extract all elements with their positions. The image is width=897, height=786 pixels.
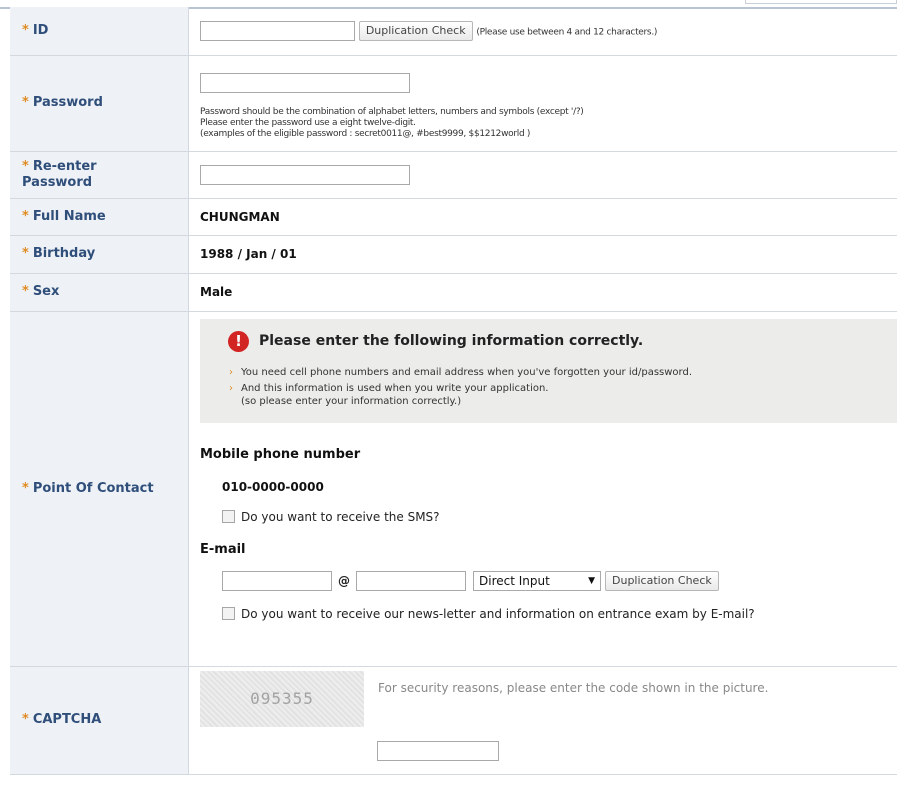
notice-list: › You need cell phone numbers and email a… [228,366,897,408]
notice-item: (so please enter your information correc… [228,395,897,408]
label-password: * Password [10,55,189,152]
password-hint: Password should be the combination of al… [200,107,897,140]
sms-checkbox-row[interactable]: Do you want to receive the SMS? [222,510,897,524]
at-sign: @ [338,573,350,588]
notice-item-text: You need cell phone numbers and email ad… [241,366,692,378]
asterisk-icon: * [22,95,29,110]
notice-item-text: (so please enter your information correc… [241,395,462,407]
registration-form: * ID Duplication Check (Please use betwee… [10,7,897,775]
email-duplication-check-button[interactable]: Duplication Check [605,570,719,591]
label-point-of-contact: * Point Of Contact [10,311,189,667]
password-hint-line: Please enter the password use a eight tw… [200,117,416,128]
notice-title: ! Please enter the following information… [228,330,897,352]
chevron-right-icon: › [229,382,233,394]
top-tab [745,0,897,4]
asterisk-icon: * [22,208,29,224]
label-captcha: * CAPTCHA [10,666,189,775]
email-domain-select[interactable]: Direct Input ▼ [473,570,601,591]
label-reenter-line1: Re-enter [32,158,97,174]
value-id: Duplication Check (Please use between 4 … [188,7,897,56]
row-password: * Password Password should be the combina… [10,55,897,152]
row-reenter-password: * Re-enter Password [10,151,897,199]
newsletter-checkbox[interactable] [222,607,235,620]
captcha-instruction: For security reasons, please enter the c… [378,680,769,695]
email-heading: E-mail [200,541,246,557]
sms-label: Do you want to receive the SMS? [241,509,440,524]
newsletter-checkbox-row[interactable]: Do you want to receive our news-letter a… [222,607,897,621]
captcha-image: 095355 [200,670,364,727]
row-id: * ID Duplication Check (Please use betwee… [10,7,897,56]
exclamation-icon: ! [228,330,249,352]
notice-item-text: And this information is used when you wr… [241,382,549,394]
asterisk-icon: * [22,22,29,38]
notice-box: ! Please enter the following information… [200,318,897,423]
row-captcha: * CAPTCHA 095355 For security reasons, pl… [10,666,897,775]
label-sex: * Sex [10,273,189,312]
label-birthday: * Birthday [10,235,189,274]
email-local-input[interactable] [222,570,332,591]
asterisk-icon: * [22,712,29,727]
email-row: @ Direct Input ▼ Duplication Check [222,570,897,591]
notice-title-text: Please enter the following information c… [259,333,644,349]
label-captcha-text: CAPTCHA [32,712,102,727]
label-full-name-text: Full Name [32,208,106,224]
label-full-name: * Full Name [10,198,189,236]
sms-checkbox[interactable] [222,510,235,523]
id-hint: (Please use between 4 and 12 characters.… [476,27,658,38]
password-hint-line: Password should be the combination of al… [200,106,584,117]
label-id-text: ID [32,22,49,38]
email-domain-select-value: Direct Input [479,573,550,588]
label-sex-text: Sex [32,284,60,299]
mobile-value: 010-0000-0000 [222,479,324,494]
asterisk-icon: * [22,246,29,261]
birthday-value: 1988 / Jan / 01 [188,235,897,274]
mobile-heading: Mobile phone number [200,446,361,462]
newsletter-label: Do you want to receive our news-letter a… [241,606,755,621]
row-point-of-contact: * Point Of Contact ! Please enter the fol… [10,311,897,667]
value-reenter-password [188,151,897,199]
id-input[interactable] [200,20,355,41]
notice-item: › And this information is used when you w… [228,382,897,395]
value-captcha: 095355 For security reasons, please ente… [188,666,897,775]
value-password: Password should be the combination of al… [188,55,897,152]
asterisk-icon: * [22,284,29,299]
label-id: * ID [10,7,189,56]
email-domain-input[interactable] [356,570,466,591]
notice-item: › You need cell phone numbers and email a… [228,366,897,379]
label-point-of-contact-text: Point Of Contact [32,480,154,496]
asterisk-icon: * [22,480,29,496]
label-reenter-password: * Re-enter Password [10,151,189,199]
triangle-down-icon: ▼ [588,575,595,586]
row-sex: * Sex Male [10,273,897,312]
sex-value: Male [188,273,897,312]
row-full-name: * Full Name CHUNGMAN [10,198,897,236]
value-point-of-contact: ! Please enter the following information… [188,311,897,667]
password-input[interactable] [200,72,410,93]
reenter-password-input[interactable] [200,164,410,185]
chevron-right-icon: › [229,366,233,378]
row-birthday: * Birthday 1988 / Jan / 01 [10,235,897,274]
label-birthday-text: Birthday [32,246,96,261]
captcha-input[interactable] [377,740,499,761]
password-hint-line: (examples of the eligible password : sec… [200,128,531,139]
full-name-value: CHUNGMAN [188,198,897,236]
asterisk-icon: * [22,158,29,174]
label-password-text: Password [32,95,103,110]
id-duplication-check-button[interactable]: Duplication Check [358,20,473,41]
label-reenter-line2: Password [22,174,93,190]
